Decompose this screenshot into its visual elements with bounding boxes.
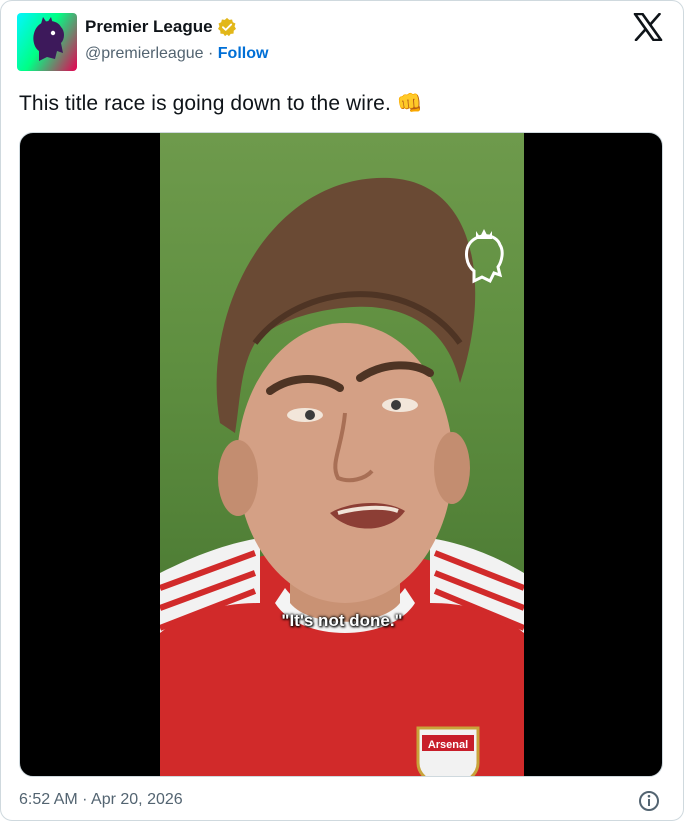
display-name[interactable]: Premier League [85, 17, 213, 37]
video-player[interactable]: Arsenal "It's not done." [19, 132, 663, 777]
video-subtitle: "It's not done." [281, 611, 403, 630]
verified-badge-icon [217, 17, 236, 37]
account-avatar[interactable] [17, 13, 77, 71]
handle[interactable]: @premierleague [85, 45, 204, 62]
tweet-card: Premier League @premierleague · Follow T… [0, 0, 684, 821]
separator: · [207, 45, 214, 62]
arsenal-crest: Arsenal [416, 726, 480, 776]
tweet-timestamp[interactable]: 6:52 AM · Apr 20, 2026 [19, 791, 183, 809]
handle-row: @premierleague · Follow [85, 45, 268, 63]
crest-text: Arsenal [428, 739, 468, 751]
premier-league-lion-logo [33, 17, 64, 61]
video-still-image: Arsenal [160, 177, 524, 776]
follow-button[interactable]: Follow [218, 45, 269, 62]
tweet-text: This title race is going down to the wir… [19, 92, 424, 115]
video-frame[interactable]: Arsenal "It's not done." [160, 133, 524, 776]
info-icon[interactable] [637, 789, 661, 813]
x-logo-icon[interactable] [633, 13, 663, 41]
